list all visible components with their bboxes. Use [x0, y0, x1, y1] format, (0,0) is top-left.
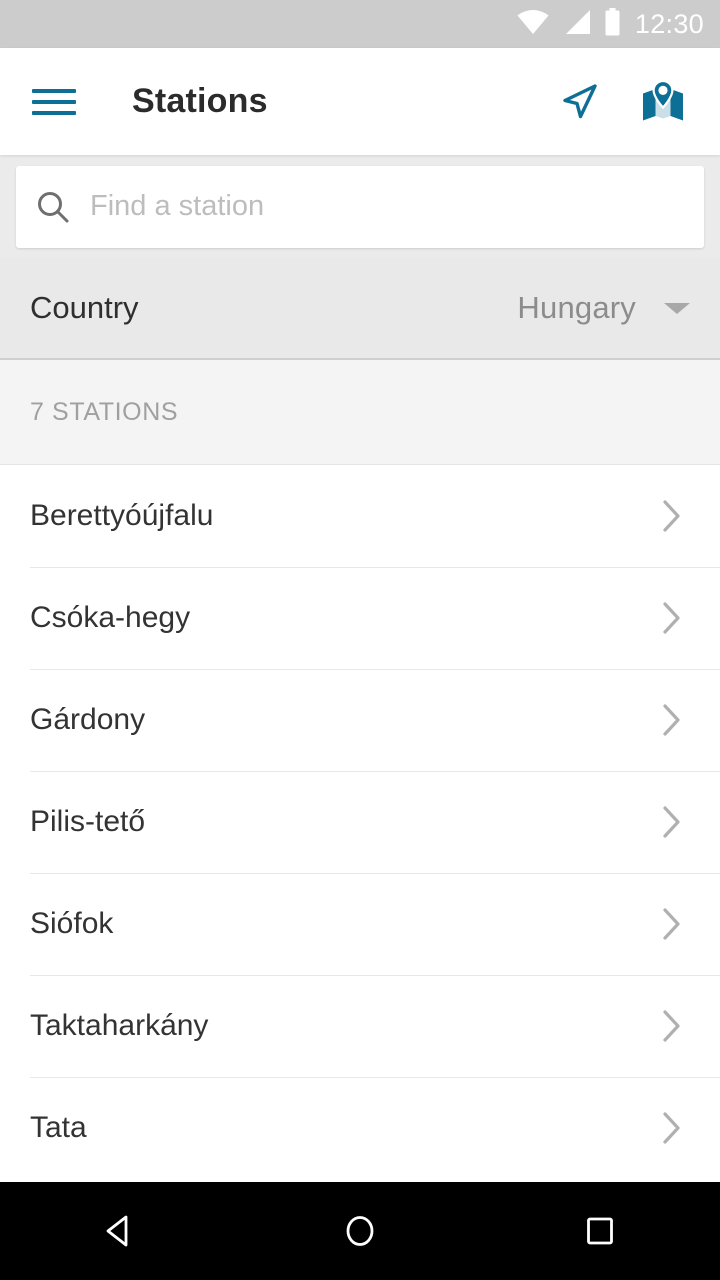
app-bar-actions [552, 75, 720, 129]
app-bar: Stations [0, 48, 720, 155]
system-navigation-bar [0, 1182, 720, 1280]
country-filter-value[interactable]: Hungary [517, 290, 636, 326]
home-circle-icon[interactable] [300, 1182, 420, 1280]
list-item[interactable]: Siófok [0, 873, 720, 975]
country-filter-row[interactable]: Country Hungary [0, 258, 720, 360]
station-name: Gárdony [30, 703, 146, 736]
status-bar: 12:30 [0, 0, 720, 48]
search-section [0, 155, 720, 258]
menu-line [32, 99, 76, 104]
list-item[interactable]: Taktaharkány [0, 975, 720, 1077]
station-name: Siófok [30, 907, 114, 940]
search-box[interactable] [16, 165, 704, 248]
menu-line [32, 110, 76, 115]
map-pin-icon[interactable] [636, 75, 690, 129]
chevron-right-icon[interactable] [652, 1108, 692, 1148]
menu-line [32, 88, 76, 93]
battery-icon [604, 7, 621, 41]
list-item[interactable]: Gárdony [0, 669, 720, 771]
station-name: Csóka-hegy [30, 601, 191, 634]
navigation-arrow-icon[interactable] [552, 75, 606, 129]
wifi-icon [516, 9, 550, 40]
status-bar-clock: 12:30 [634, 8, 704, 39]
list-item[interactable]: Tata [0, 1077, 720, 1179]
stations-list[interactable]: Berettyóújfalu Csóka-hegy Gárdony Pilis-… [0, 465, 720, 1182]
station-name: Tata [30, 1111, 87, 1144]
station-name: Berettyóújfalu [30, 499, 214, 532]
chevron-right-icon[interactable] [652, 598, 692, 638]
chevron-right-icon[interactable] [652, 496, 692, 536]
station-name: Taktaharkány [30, 1009, 209, 1042]
station-count-label: 7 STATIONS [30, 397, 179, 426]
page-title: Stations [132, 82, 268, 120]
list-item[interactable]: Berettyóújfalu [0, 465, 720, 567]
cell-signal-icon [562, 9, 592, 40]
chevron-right-icon[interactable] [652, 904, 692, 944]
chevron-right-icon[interactable] [652, 1006, 692, 1046]
hamburger-menu-icon[interactable] [32, 74, 88, 130]
search-input[interactable] [90, 190, 704, 223]
status-bar-icons [516, 7, 621, 41]
list-item[interactable]: Csóka-hegy [0, 567, 720, 669]
list-item[interactable]: Pilis-tető [0, 771, 720, 873]
recents-square-icon[interactable] [540, 1182, 660, 1280]
chevron-down-icon[interactable] [664, 302, 690, 314]
chevron-right-icon[interactable] [652, 700, 692, 740]
search-icon [16, 190, 90, 224]
chevron-right-icon[interactable] [652, 802, 692, 842]
station-name: Pilis-tető [30, 805, 146, 838]
country-filter-label: Country [30, 290, 139, 325]
back-triangle-icon[interactable] [60, 1182, 180, 1280]
app-screen: 12:30 Stations Find a station Country Hu… [0, 0, 720, 1280]
stations-section-header: 7 STATIONS [0, 360, 720, 465]
